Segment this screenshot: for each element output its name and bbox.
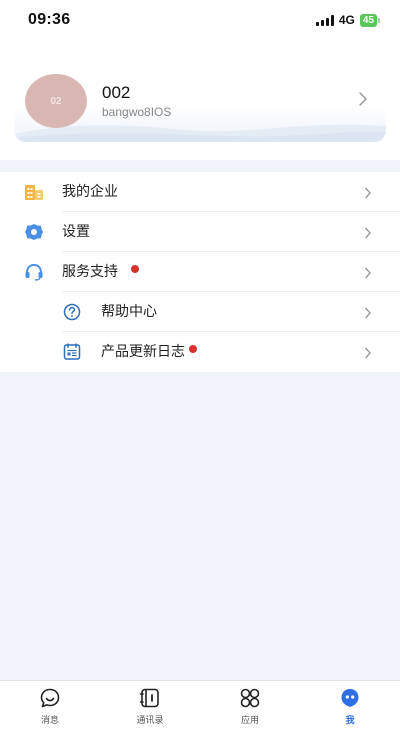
- status-bar: 09:36 4G 45: [0, 0, 400, 40]
- menu-item-help-center[interactable]: 帮助中心: [0, 292, 400, 332]
- signal-icon: [315, 14, 334, 26]
- tab-me[interactable]: 我: [300, 681, 400, 727]
- menu-item-label: 设置: [62, 224, 90, 240]
- menu-item-service-support[interactable]: 服务支持: [0, 252, 400, 292]
- menu-item-my-enterprise[interactable]: 我的企业: [0, 172, 400, 212]
- status-time: 09:36: [28, 11, 71, 28]
- question-icon: [62, 303, 82, 321]
- tab-messages[interactable]: 消息: [0, 681, 100, 727]
- building-icon: [24, 183, 44, 201]
- menu-item-label: 帮助中心: [101, 304, 157, 320]
- bottom-tab-bar: 消息 通讯录 应用 我: [0, 680, 400, 750]
- log-icon: [62, 343, 82, 361]
- status-indicators: 4G 45: [315, 13, 380, 27]
- menu-item-label: 我的企业: [62, 184, 118, 200]
- tab-contacts[interactable]: 通讯录: [100, 681, 200, 727]
- tab-label: 通讯录: [136, 716, 164, 726]
- chevron-right-icon: [365, 307, 371, 319]
- settings-menu: 我的企业 设置 服务支持 帮助中心 产品更新日志: [0, 172, 400, 372]
- profile-subtitle: bangwo8IOS: [102, 104, 172, 119]
- notification-dot: [131, 265, 139, 273]
- menu-item-settings[interactable]: 设置: [0, 212, 400, 252]
- chat-bubble-icon: [39, 687, 61, 709]
- menu-item-changelog[interactable]: 产品更新日志: [0, 332, 400, 372]
- chevron-right-icon: [365, 227, 371, 239]
- tab-label: 我: [345, 716, 355, 726]
- tab-label: 消息: [40, 716, 59, 726]
- menu-item-label: 产品更新日志: [101, 344, 185, 360]
- contacts-book-icon: [139, 687, 161, 709]
- battery-level: 45: [359, 13, 377, 27]
- chevron-right-icon: [365, 267, 371, 279]
- network-type: 4G: [338, 13, 355, 27]
- profile-card[interactable]: 02 002 bangwo8IOS: [14, 60, 386, 142]
- profile-name: 002: [102, 82, 131, 102]
- gear-icon: [24, 223, 44, 241]
- battery-icon: 45: [359, 13, 380, 27]
- notification-dot: [189, 345, 197, 353]
- menu-item-label: 服务支持: [62, 264, 118, 280]
- avatar-text: 02: [50, 95, 62, 107]
- chevron-right-icon: [359, 92, 367, 106]
- chevron-right-icon: [365, 187, 371, 199]
- avatar[interactable]: 02: [25, 74, 87, 128]
- profile-icon: [339, 687, 361, 709]
- apps-grid-icon: [239, 687, 261, 709]
- headset-icon: [24, 263, 44, 281]
- tab-label: 应用: [240, 716, 259, 726]
- profile-info: 002 bangwo8IOS: [102, 83, 171, 120]
- profile-header: 02 002 bangwo8IOS: [0, 40, 400, 160]
- tab-apps[interactable]: 应用: [200, 681, 300, 727]
- chevron-right-icon: [365, 347, 371, 359]
